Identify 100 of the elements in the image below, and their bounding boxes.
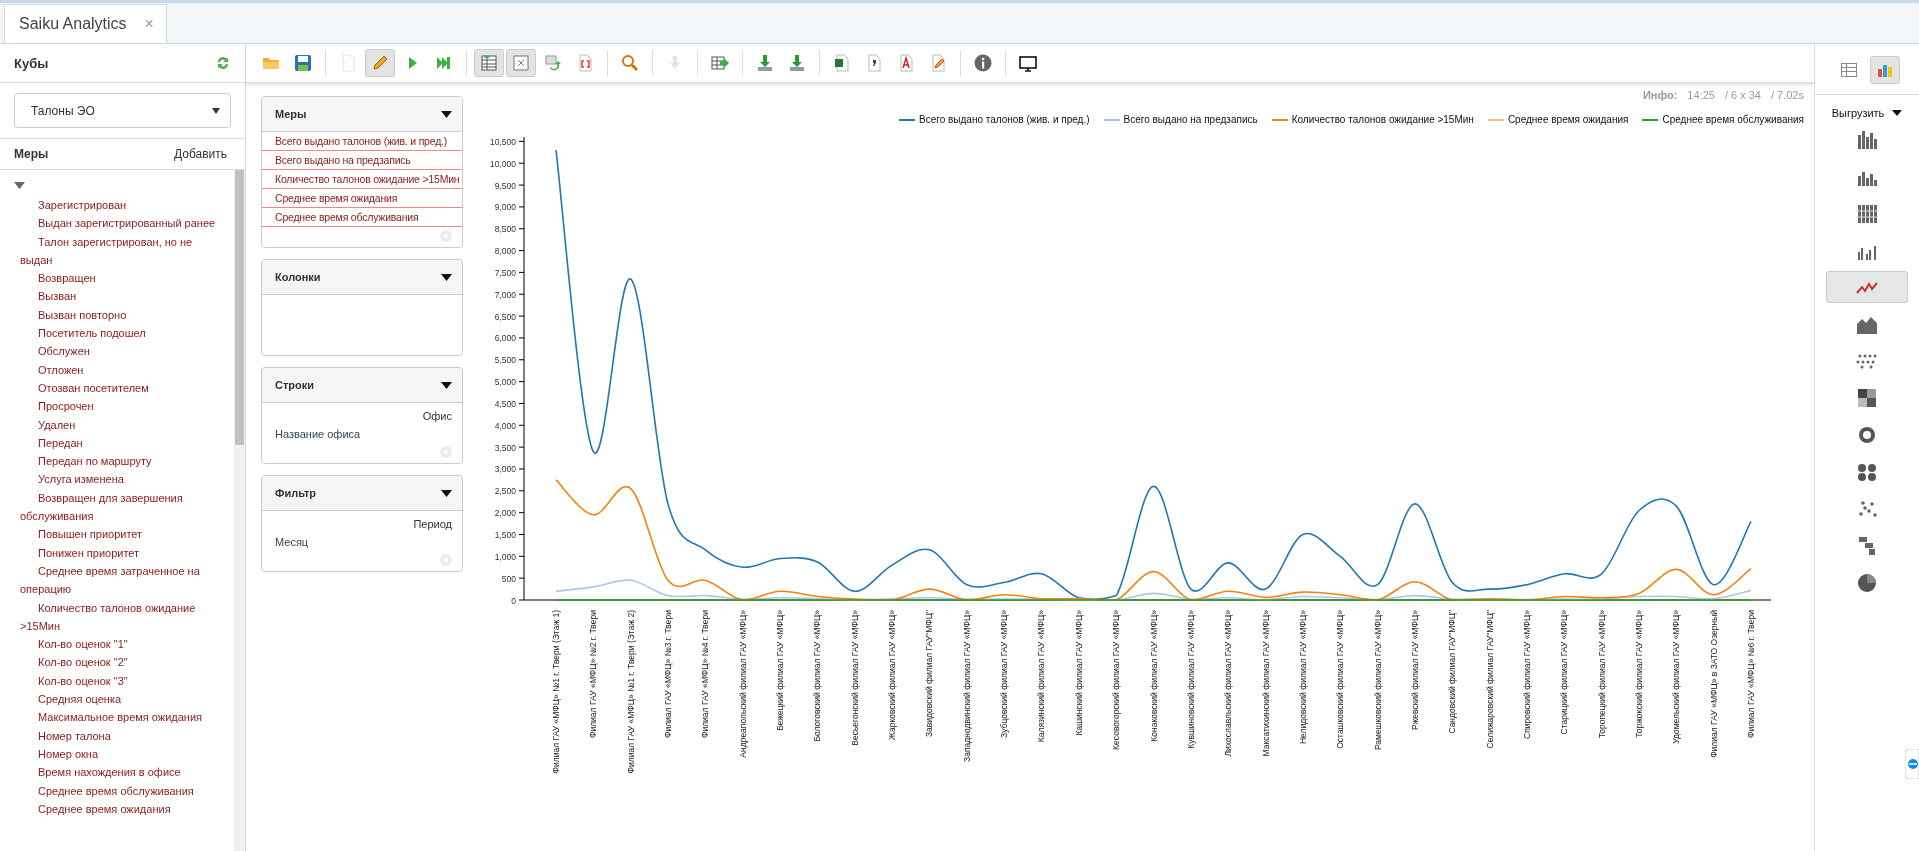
measure-item[interactable]: Понижен приоритет [14,543,218,562]
export-dropdown[interactable]: Выгрузить [1831,95,1903,123]
x-tick-label: Филиал ГАУ «МФЦ» №4 г. Твери [700,610,711,739]
y-tick-label: 3,500 [494,442,516,453]
x-tick-label: Ржевский филиал ГАУ «МФЦ» [1409,610,1420,731]
cubes-title: Кубы [14,55,49,71]
dimension-chip[interactable]: Месяц [262,530,462,548]
dropdown-caret-icon[interactable] [441,110,452,118]
panel-title: Строки [275,379,315,391]
legend-label[interactable]: Среднее время ожидания [1507,114,1629,125]
y-tick-label: 500 [501,573,516,584]
legend-label[interactable]: Всего выдано на предзапись [1123,114,1258,125]
bar-chart-icon [1856,203,1878,223]
x-tick-label: Спировский филиал ГАУ «МФЦ» [1521,610,1532,739]
side-tab-icon[interactable] [1905,749,1919,779]
measure-item[interactable]: Вызван [14,287,218,306]
panel-title: Меры [275,108,307,120]
x-tick-label: Зубцовский филиал ГАУ «МФЦ» [999,610,1010,738]
legend-label[interactable]: Всего выдано талонов (жив. и пред.) [919,114,1090,125]
panel-title: Фильтр [275,487,317,499]
x-tick-label: Конаковский филиал ГАУ «МФЦ» [1148,610,1159,742]
info-time: 14:25 [1687,89,1715,101]
measure-item[interactable]: Передан по маршруту [14,452,218,471]
measure-item[interactable]: Повышен приоритет [14,525,218,544]
x-tick-label: Филиал ГАУ «МФЦ» №2 г. Твери [588,610,599,739]
donut-chart-icon [1856,425,1878,445]
measure-item[interactable]: Посетитель подошел [14,324,218,343]
measure-chip[interactable]: Всего выдано талонов (жив. и пред.) [262,132,462,151]
view-toggle[interactable] [1870,56,1900,84]
measure-item[interactable]: Талон зарегистрирован, но не выдан [14,232,218,270]
panel-title: Колонки [275,271,321,283]
x-tick-label: Жарковский филиал ГАУ «МФЦ» [887,610,898,740]
x-tick-label: Бежецкий филиал ГАУ «МФЦ» [775,610,786,731]
x-tick-label: Калязинский филиал ГАУ «МФЦ» [1036,610,1047,743]
measure-chip[interactable]: Всего выдано на предзапись [262,151,462,170]
refresh-icon[interactable] [215,55,231,71]
measure-item[interactable]: Кол-во оценок "3" [14,671,218,690]
measure-item[interactable]: Среднее время ожидания [14,799,218,819]
x-tick-label: Нелидовский филиал ГАУ «МФЦ» [1297,610,1308,744]
cube-dropdown[interactable]: Талоны ЭО [14,93,231,128]
dropdown-caret-icon[interactable] [441,273,452,281]
scatter-icon [1856,499,1878,519]
x-tick-label: Сандовский филиал ГАУ"МФЦ" [1447,610,1458,734]
measure-item[interactable]: Выдан зарегистрированный ранее [14,214,218,233]
dropdown-caret-icon[interactable] [441,381,452,389]
measure-chip[interactable]: Среднее время ожидания [262,189,462,208]
measure-item[interactable]: Количество талонов ожидание >15Мин [14,598,218,636]
scrollbar[interactable] [234,170,245,851]
legend-label[interactable]: Количество талонов ожидание >15Мин [1291,114,1474,125]
tab-title: Saiku Analytics [19,15,127,33]
x-tick-label: Кесовогорский филиал ГАУ «МФЦ» [1111,610,1122,750]
measure-chip[interactable]: Среднее время обслуживания [262,208,462,227]
x-tick-label: Бологовский филиал ГАУ «МФЦ» [812,610,823,742]
measure-item[interactable]: Удален [14,415,218,434]
measure-item[interactable]: Время нахождения в офисе [14,763,218,782]
heatmap-icon [1856,388,1878,408]
y-tick-label: 8,000 [494,246,516,257]
measure-item[interactable]: Возвращен [14,269,218,288]
measure-item[interactable]: Среднее время затраченное на операцию [14,561,218,599]
measure-item[interactable]: Просрочен [14,397,218,416]
steps-icon [1856,536,1878,556]
add-link[interactable]: Добавить [173,147,227,161]
x-tick-label: Селижаровский филиал ГАУ"МФЦ" [1484,610,1495,749]
measure-item[interactable]: Кол-во оценок "2" [14,653,218,672]
measure-item[interactable]: Средняя оценка [14,690,218,709]
dropdown-caret-icon[interactable] [441,489,452,497]
x-tick-label: Завидовский филиал ГАУ"МФЦ" [924,610,935,738]
measure-item[interactable]: Кол-во оценок "1" [14,635,218,654]
dimension-chip[interactable]: Название офиса [262,422,462,440]
y-tick-label: 4,500 [494,398,516,409]
measure-item[interactable]: Вызван повторно [14,305,218,325]
y-tick-label: 1,500 [494,530,516,540]
measure-item[interactable]: Услуга изменена [14,470,218,489]
y-tick-label: 10,000 [490,158,516,169]
x-tick-label: Кашинский филиал ГАУ «МФЦ» [1073,610,1084,736]
measure-item[interactable]: Номер талона [14,726,218,745]
x-tick-label: Осташковский филиал ГАУ «МФЦ» [1335,610,1346,749]
x-tick-label: Филиал ГАУ «МФЦ» №1 г. Твери (Этаж 1) [551,610,561,774]
measure-item[interactable]: Возвращен для завершения обслуживания [14,488,218,526]
measure-item[interactable]: Среднее время обслуживания [14,781,218,800]
legend-label[interactable]: Среднее время обслуживания [1662,114,1804,125]
measure-chip[interactable]: Количество талонов ожидание >15Мин [262,170,462,189]
x-tick-label: Филиал ГАУ «МФЦ» №6 г. Твери [1746,610,1756,739]
y-tick-label: 3,000 [494,464,516,475]
measure-item[interactable]: Обслужен [14,342,218,361]
x-tick-label: Максатихинский филиал ГАУ «МФЦ» [1260,610,1271,757]
x-tick-label: Кувшиновский филиал ГАУ «МФЦ» [1185,610,1196,749]
measure-item[interactable]: Передан [14,433,218,453]
measure-item[interactable]: Номер окна [14,744,218,764]
expand-caret-icon[interactable] [14,182,25,190]
measure-item[interactable]: Зарегистрирован [14,196,218,215]
measures-title: Меры [14,147,49,161]
level-label: Период [412,517,453,530]
measure-item[interactable]: Максимальное время ожидания [14,708,218,727]
measure-item[interactable]: Отозван посетителем [14,378,218,398]
y-tick-label: 2,000 [494,508,516,519]
app-tab[interactable]: Saiku Analytics × [4,4,167,43]
y-tick-label: 6,500 [494,311,516,322]
measure-item[interactable]: Отложен [14,360,218,379]
bar-chart-icon [1877,63,1893,77]
